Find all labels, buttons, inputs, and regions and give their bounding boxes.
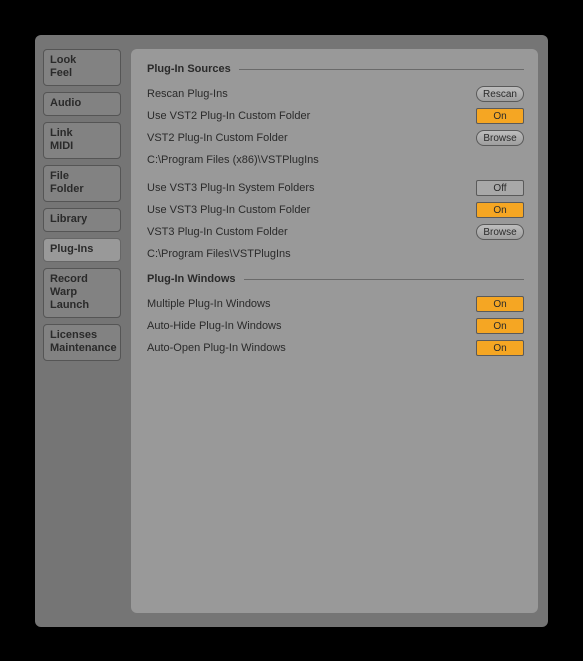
multiple-windows-toggle[interactable]: On	[476, 296, 524, 312]
divider	[244, 279, 525, 280]
use-vst3-system-toggle[interactable]: Off	[476, 180, 524, 196]
tab-label: LinkMIDI	[50, 127, 73, 152]
toggle-text: On	[493, 343, 506, 354]
section-title: Plug-In Sources	[147, 63, 231, 75]
toggle-text: Off	[493, 183, 506, 194]
rescan-label: Rescan Plug-Ins	[147, 88, 476, 100]
layout: LookFeel Audio LinkMIDI FileFolder Libra…	[35, 35, 548, 627]
row-vst3-path: C:\Program Files\VSTPlugIns	[147, 245, 524, 263]
section-header-sources: Plug-In Sources	[147, 63, 524, 75]
row-multiple-windows: Multiple Plug-In Windows On	[147, 295, 524, 313]
autoopen-windows-toggle[interactable]: On	[476, 340, 524, 356]
tab-label: FileFolder	[50, 170, 84, 195]
toggle-text: On	[493, 299, 506, 310]
tab-label: Audio	[50, 97, 81, 109]
row-vst2-path: C:\Program Files (x86)\VSTPlugIns	[147, 151, 524, 169]
autohide-windows-toggle[interactable]: On	[476, 318, 524, 334]
tab-look-feel[interactable]: LookFeel	[43, 49, 121, 86]
use-vst2-custom-toggle[interactable]: On	[476, 108, 524, 124]
row-use-vst3-system: Use VST3 Plug-In System Folders Off	[147, 179, 524, 197]
autoopen-windows-label: Auto-Open Plug-In Windows	[147, 342, 476, 354]
tab-label: LicensesMaintenance	[50, 329, 117, 354]
toggle-text: On	[493, 321, 506, 332]
rescan-button[interactable]: Rescan	[476, 86, 524, 102]
tab-file-folder[interactable]: FileFolder	[43, 165, 121, 202]
toggle-text: On	[493, 205, 506, 216]
row-vst3-folder: VST3 Plug-In Custom Folder Browse	[147, 223, 524, 241]
tab-label: LookFeel	[50, 54, 76, 79]
tab-licenses-maintenance[interactable]: LicensesMaintenance	[43, 324, 121, 361]
button-text: Rescan	[483, 89, 517, 100]
tab-label: Plug-Ins	[50, 243, 93, 255]
tab-label: RecordWarpLaunch	[50, 273, 89, 311]
tab-record-warp-launch[interactable]: RecordWarpLaunch	[43, 268, 121, 318]
preferences-window: LookFeel Audio LinkMIDI FileFolder Libra…	[35, 35, 548, 627]
row-use-vst3-custom: Use VST3 Plug-In Custom Folder On	[147, 201, 524, 219]
vst2-path: C:\Program Files (x86)\VSTPlugIns	[147, 154, 319, 166]
tab-link-midi[interactable]: LinkMIDI	[43, 122, 121, 159]
row-rescan: Rescan Plug-Ins Rescan	[147, 85, 524, 103]
toggle-text: On	[493, 111, 506, 122]
use-vst3-custom-toggle[interactable]: On	[476, 202, 524, 218]
section-header-windows: Plug-In Windows	[147, 273, 524, 285]
sidebar: LookFeel Audio LinkMIDI FileFolder Libra…	[35, 35, 127, 627]
tab-label: Library	[50, 213, 87, 225]
use-vst3-custom-label: Use VST3 Plug-In Custom Folder	[147, 204, 476, 216]
vst2-browse-button[interactable]: Browse	[476, 130, 524, 146]
row-use-vst2-custom: Use VST2 Plug-In Custom Folder On	[147, 107, 524, 125]
main-panel: Plug-In Sources Rescan Plug-Ins Rescan U…	[131, 49, 538, 613]
use-vst3-system-label: Use VST3 Plug-In System Folders	[147, 182, 476, 194]
vst3-browse-button[interactable]: Browse	[476, 224, 524, 240]
tab-library[interactable]: Library	[43, 208, 121, 232]
vst3-path: C:\Program Files\VSTPlugIns	[147, 248, 291, 260]
row-autohide-windows: Auto-Hide Plug-In Windows On	[147, 317, 524, 335]
button-text: Browse	[483, 133, 516, 144]
row-vst2-folder: VST2 Plug-In Custom Folder Browse	[147, 129, 524, 147]
section-title: Plug-In Windows	[147, 273, 236, 285]
vst2-folder-label: VST2 Plug-In Custom Folder	[147, 132, 476, 144]
row-autoopen-windows: Auto-Open Plug-In Windows On	[147, 339, 524, 357]
autohide-windows-label: Auto-Hide Plug-In Windows	[147, 320, 476, 332]
use-vst2-custom-label: Use VST2 Plug-In Custom Folder	[147, 110, 476, 122]
tab-audio[interactable]: Audio	[43, 92, 121, 116]
divider	[239, 69, 524, 70]
vst3-folder-label: VST3 Plug-In Custom Folder	[147, 226, 476, 238]
tab-plug-ins[interactable]: Plug-Ins	[43, 238, 121, 262]
button-text: Browse	[483, 227, 516, 238]
multiple-windows-label: Multiple Plug-In Windows	[147, 298, 476, 310]
